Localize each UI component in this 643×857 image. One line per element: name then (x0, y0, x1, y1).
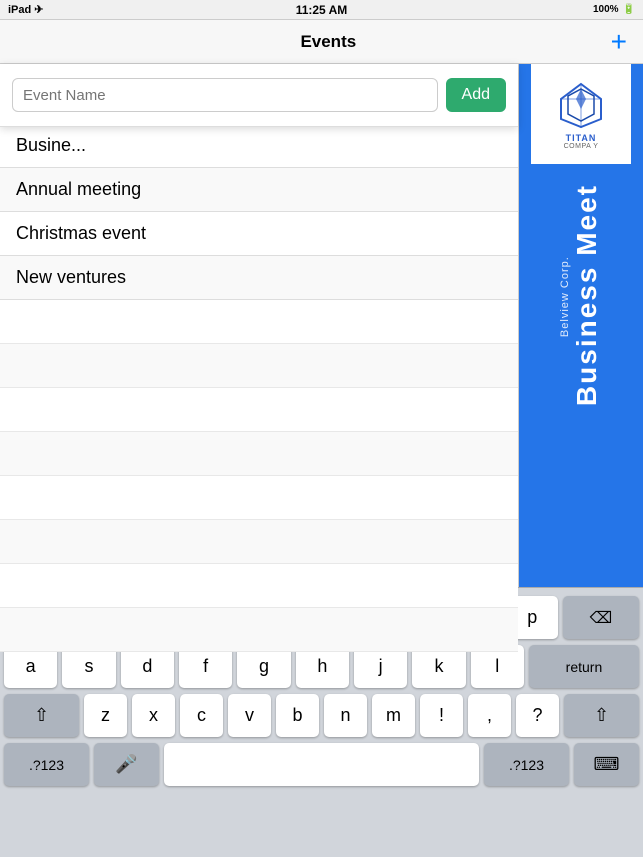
key-c[interactable]: c (180, 694, 223, 737)
sidebar-logo: TITAN COMPA Y (531, 64, 631, 164)
event-item-ventures[interactable]: New ventures (0, 256, 518, 300)
company-name: TITAN (566, 133, 597, 143)
empty-row (0, 344, 518, 388)
event-item-label: New ventures (16, 267, 126, 288)
key-mic[interactable]: 🎤 (94, 743, 159, 786)
key-keyboard[interactable]: ⌨ (574, 743, 639, 786)
status-left: iPad ✈ (8, 3, 44, 16)
key-numbers-right[interactable]: .?123 (484, 743, 569, 786)
keyboard-row-3: ⇧ z x c v b n m ! , ? ⇧ (4, 694, 639, 737)
nav-title: Events (300, 32, 356, 52)
add-event-popup: Add (0, 64, 518, 127)
right-sidebar: TITAN COMPA Y Belview Corp. Business Mee… (519, 64, 643, 587)
key-v[interactable]: v (228, 694, 271, 737)
event-item-label: Annual meeting (16, 179, 141, 200)
keyboard-row-4: .?123 🎤 .?123 ⌨ (4, 743, 639, 786)
company-sub: COMPA Y (564, 143, 599, 150)
event-list: Busine... Annual meeting Christmas event… (0, 64, 518, 652)
empty-row (0, 564, 518, 608)
key-question[interactable]: ? (516, 694, 559, 737)
status-right: 100% 🔋 (593, 4, 635, 15)
add-event-button[interactable]: + (611, 28, 627, 56)
battery-label: 100% (593, 4, 619, 15)
empty-row (0, 476, 518, 520)
empty-row (0, 520, 518, 564)
empty-row (0, 608, 518, 652)
key-x[interactable]: x (132, 694, 175, 737)
key-comma[interactable]: , (468, 694, 511, 737)
ipad-label: iPad ✈ (8, 3, 44, 16)
events-panel: Add Busine... Annual meeting Christmas e… (0, 64, 519, 587)
empty-row (0, 388, 518, 432)
main-area: Add Busine... Annual meeting Christmas e… (0, 64, 643, 587)
event-item-label: Busine... (16, 135, 86, 156)
sidebar-subtitle: Belview Corp. (559, 257, 571, 338)
event-item-christmas[interactable]: Christmas event (0, 212, 518, 256)
key-return[interactable]: return (529, 645, 639, 688)
event-name-input[interactable] (12, 78, 438, 112)
sidebar-title: Business Meet (571, 184, 603, 406)
key-b[interactable]: b (276, 694, 319, 737)
key-space[interactable] (164, 743, 479, 786)
empty-row (0, 300, 518, 344)
status-bar: iPad ✈ 11:25 AM 100% 🔋 (0, 0, 643, 20)
nav-bar: Events + (0, 20, 643, 64)
status-time: 11:25 AM (296, 3, 348, 17)
event-item-annual[interactable]: Annual meeting (0, 168, 518, 212)
battery-icon: 🔋 (623, 4, 635, 15)
sidebar-vertical-text: Belview Corp. Business Meet (559, 184, 603, 406)
key-n[interactable]: n (324, 694, 367, 737)
key-exclamation[interactable]: ! (420, 694, 463, 737)
key-shift-right[interactable]: ⇧ (564, 694, 639, 737)
key-numbers-left[interactable]: .?123 (4, 743, 89, 786)
add-button[interactable]: Add (446, 78, 506, 112)
empty-row (0, 432, 518, 476)
titan-logo-icon (556, 79, 606, 129)
event-item-business[interactable]: Busine... (0, 124, 518, 168)
key-delete[interactable]: ⌫ (563, 596, 639, 639)
event-item-label: Christmas event (16, 223, 146, 244)
key-m[interactable]: m (372, 694, 415, 737)
key-shift-left[interactable]: ⇧ (4, 694, 79, 737)
key-z[interactable]: z (84, 694, 127, 737)
